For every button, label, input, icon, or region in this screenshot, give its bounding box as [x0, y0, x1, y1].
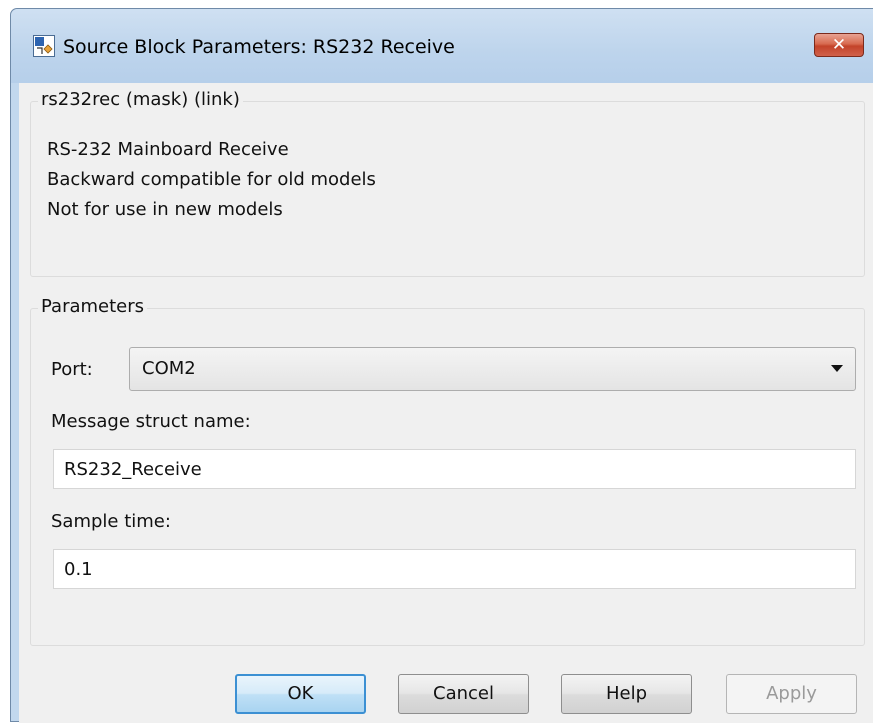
title-bar[interactable]: Source Block Parameters: RS232 Receive ✕ [11, 9, 873, 83]
port-selected-value: COM2 [142, 358, 196, 379]
sample-time-input[interactable] [53, 549, 856, 589]
description-group: RS-232 Mainboard Receive Backward compat… [30, 101, 865, 277]
port-dropdown[interactable]: COM2 [129, 347, 856, 391]
chevron-down-icon [831, 365, 843, 372]
description-line-1: RS-232 Mainboard Receive [47, 139, 289, 160]
description-line-2: Backward compatible for old models [47, 169, 376, 190]
dialog-window: Source Block Parameters: RS232 Receive ✕… [10, 8, 873, 723]
parameters-group-title: Parameters [38, 296, 148, 317]
apply-button: Apply [726, 674, 857, 714]
close-button[interactable]: ✕ [814, 33, 864, 57]
description-group-title: rs232rec (mask) (link) [38, 89, 243, 110]
message-struct-name-input[interactable] [53, 449, 856, 489]
message-struct-name-label: Message struct name: [51, 411, 251, 432]
simulink-block-icon [33, 35, 55, 57]
window-title: Source Block Parameters: RS232 Receive [63, 36, 455, 58]
ok-button[interactable]: OK [235, 674, 366, 714]
dialog-body: RS-232 Mainboard Receive Backward compat… [19, 83, 873, 723]
sample-time-label: Sample time: [51, 511, 171, 532]
help-button[interactable]: Help [561, 674, 692, 714]
description-line-3: Not for use in new models [47, 199, 283, 220]
port-label: Port: [51, 359, 93, 380]
cancel-button[interactable]: Cancel [398, 674, 529, 714]
close-icon: ✕ [831, 35, 847, 55]
